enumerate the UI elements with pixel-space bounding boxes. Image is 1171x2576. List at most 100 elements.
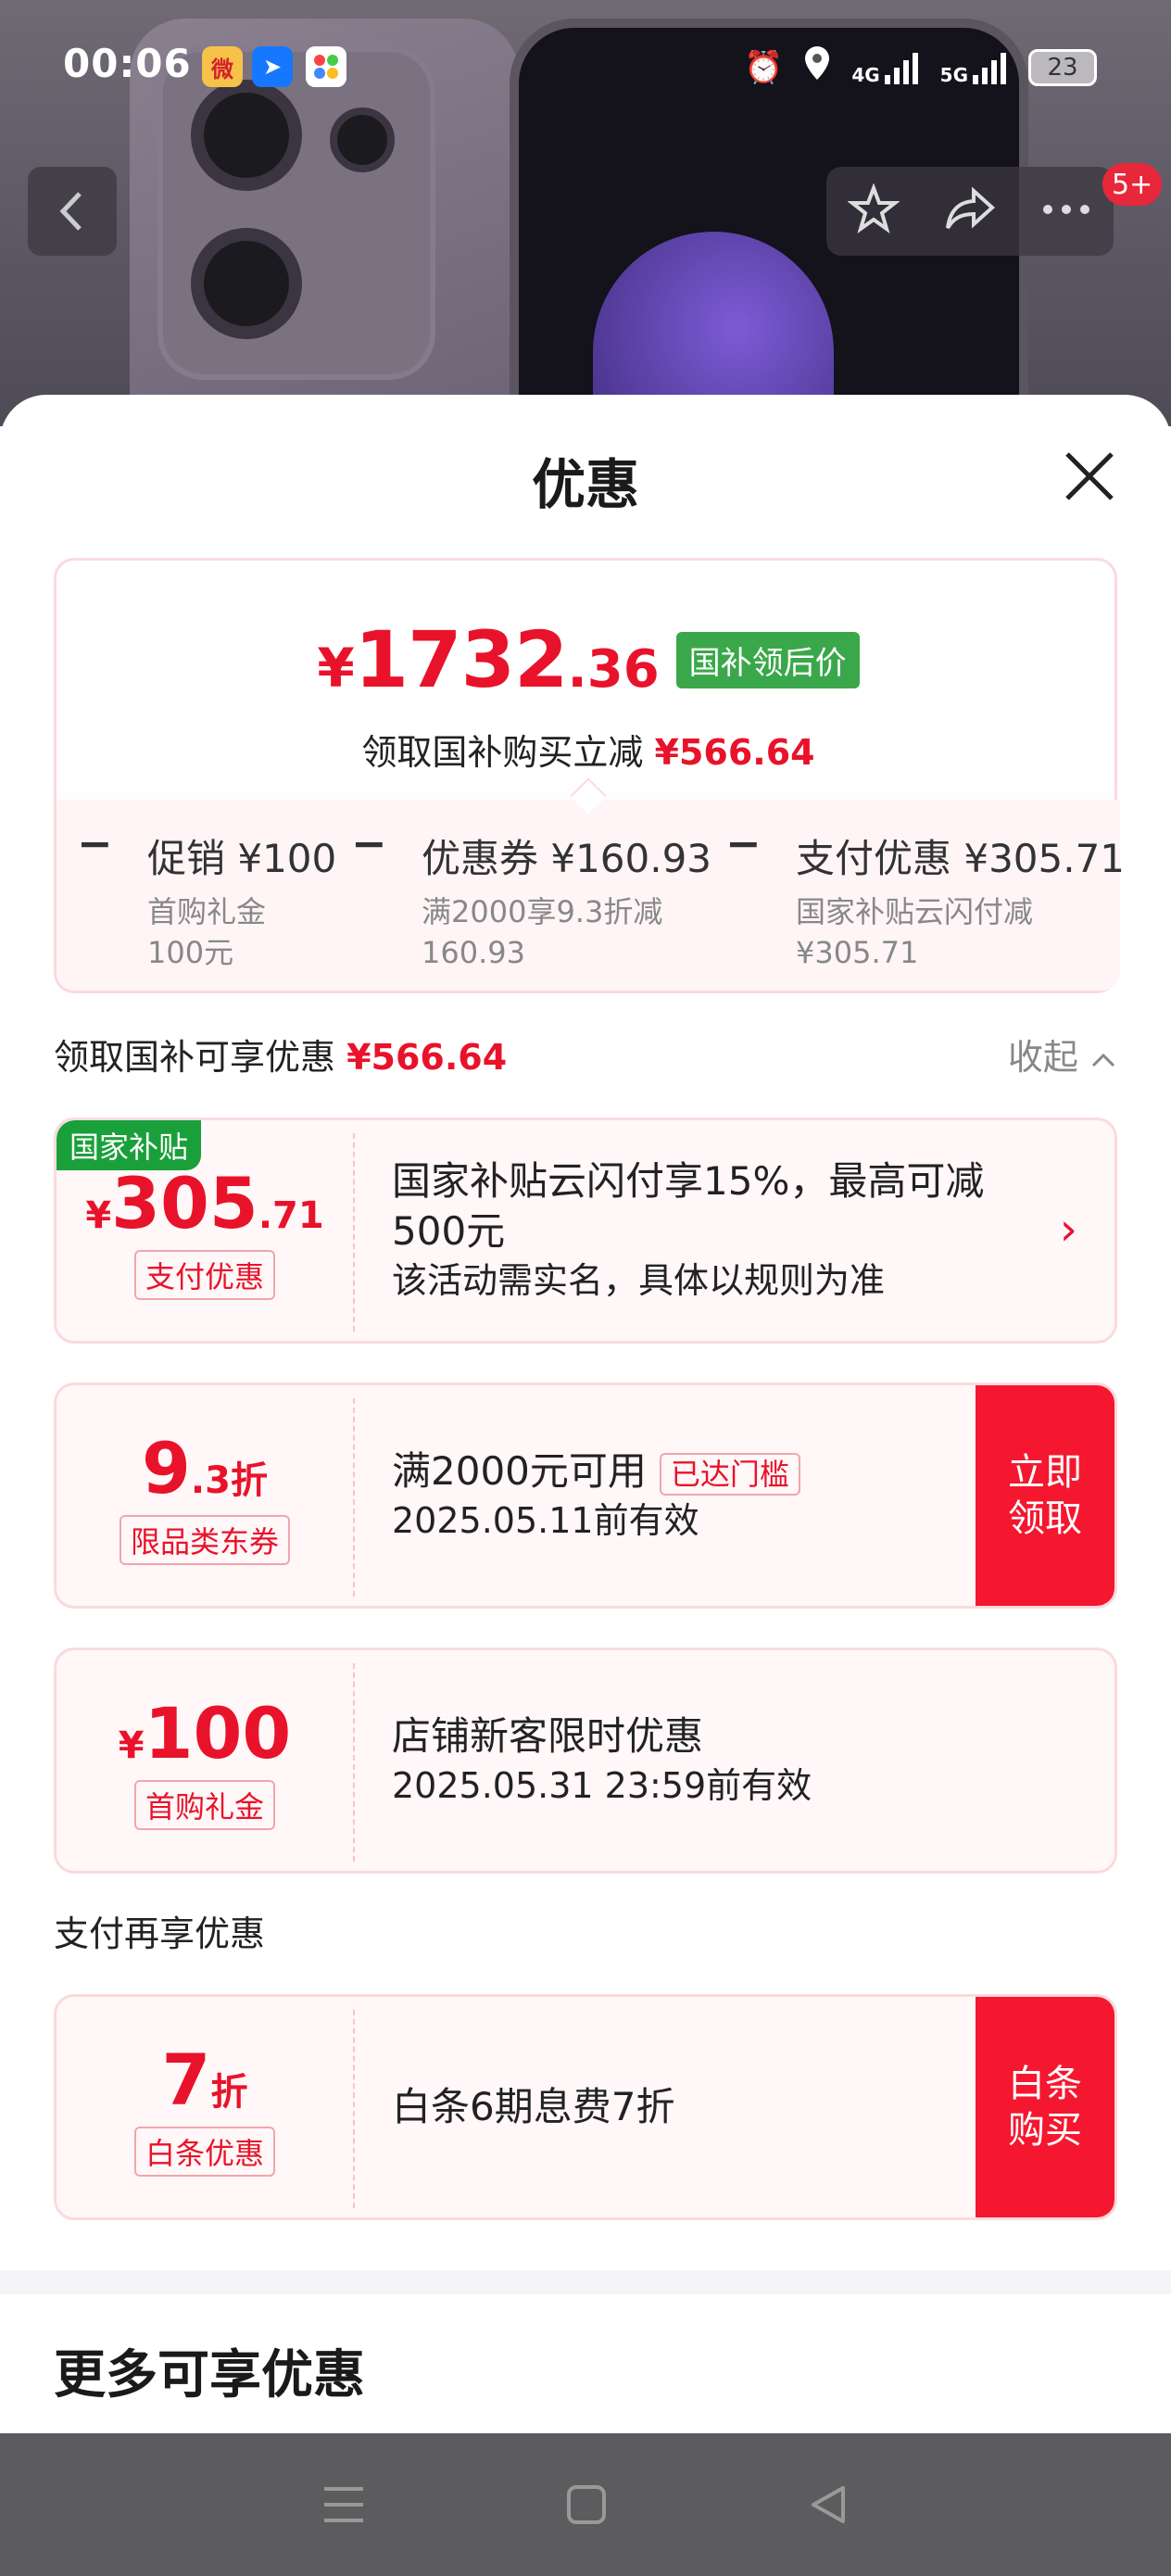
national-subsidy-tag: 国家补贴 (57, 1120, 202, 1170)
final-price: ¥ 1732 .36 国补领后价 (57, 614, 1120, 705)
card-condition: 满2000元可用 (392, 1448, 647, 1494)
amount-big: 7 (161, 2038, 211, 2121)
favorite-button[interactable] (847, 183, 900, 239)
card-amount: 7 折 (162, 2039, 248, 2121)
threshold-reached-badge: 已达门槛 (659, 1452, 800, 1496)
card-line1: 白条6期息费7折 (392, 2084, 675, 2129)
coupon-card: 9 .3折 限品类东券 满2000元可用 已达门槛 2025.05.11前有效 立… (54, 1383, 1117, 1609)
card-tag: 限品类东券 (119, 1514, 290, 1565)
signal-icon: 5G (940, 49, 1010, 86)
chevron-right-icon: › (1059, 1204, 1077, 1256)
back-arrow-icon (59, 192, 82, 231)
more-button[interactable] (1040, 200, 1092, 222)
card-description: 满2000元可用 已达门槛 2025.05.11前有效 (392, 1385, 800, 1606)
card-separator (353, 2010, 355, 2208)
card-line2: 该活动需实名，具体以规则为准 (392, 1260, 886, 1301)
location-icon (801, 44, 833, 90)
minus-sign: − (725, 818, 762, 868)
screen: 00:06 微 ➤ ⏰ 4G 5G 23 5+ 优惠 ¥ 1732 .36 国补… (0, 0, 1171, 2576)
back-button[interactable] (28, 167, 117, 256)
card-tag: 支付优惠 (133, 1249, 275, 1300)
pay-section-header: 支付再享优惠 (54, 1913, 266, 1954)
card-description: 白条6期息费7折 (392, 1997, 674, 2217)
card-amount-area: ¥ 100 首购礼金 (57, 1650, 353, 1871)
breakdown-sub: 国家补贴云闪付减 (796, 894, 1034, 929)
breakdown-sub: 首购礼金 (147, 894, 267, 929)
breakdown-sub: 160.93 (422, 935, 525, 970)
action-label: 白条 (1008, 2063, 1082, 2105)
card-description: 店铺新客限时优惠 2025.05.31 23:59前有效 (392, 1650, 812, 1871)
card-amount: ¥ 305 .71 (85, 1162, 323, 1244)
card-description: 国家补贴云闪付享15%，最高可减500元 该活动需实名，具体以规则为准 (392, 1120, 985, 1341)
price-integer: 1732 (354, 614, 569, 705)
breakdown-item-promo: 促销 ¥100 首购礼金 100元 (147, 827, 336, 973)
card-separator (353, 1663, 355, 1862)
back-triangle-icon[interactable] (806, 2482, 850, 2527)
card-line1: 国家补贴云闪付享15%，最高可减500元 (392, 1158, 985, 1254)
card-tag: 首购礼金 (133, 1779, 275, 1830)
weibo-icon: 微 (202, 46, 243, 87)
share-button[interactable] (942, 183, 998, 239)
action-label: 购买 (1008, 2109, 1082, 2152)
more-icon (1043, 205, 1089, 214)
action-label: 立即 (1008, 1451, 1082, 1494)
card-tag: 白条优惠 (133, 2126, 275, 2177)
section-amount: ¥566.64 (346, 1037, 508, 1078)
card-validity: 2025.05.31 23:59前有效 (392, 1765, 812, 1806)
system-nav-bar (0, 2433, 1171, 2576)
collapse-button[interactable]: 收起 (1008, 1029, 1117, 1080)
claim-coupon-button[interactable]: 立即 领取 (976, 1385, 1114, 1606)
amount-decimal: .71 (258, 1193, 324, 1237)
card-amount: ¥ 100 (119, 1692, 292, 1774)
share-icon (946, 186, 995, 230)
breakdown-item-coupon: 优惠券 ¥160.93 满2000享9.3折减 160.93 (422, 827, 711, 973)
breakdown-main: 促销 ¥100 (147, 836, 337, 881)
new-customer-card: ¥ 100 首购礼金 店铺新客限时优惠 2025.05.31 23:59前有效 (54, 1648, 1117, 1874)
minus-sign: − (351, 818, 387, 868)
more-discounts-title: 更多可享优惠 (54, 2345, 365, 2406)
card-amount-area: 7 折 白条优惠 (57, 1997, 353, 2217)
breakdown-sub: 满2000享9.3折减 (422, 894, 663, 929)
signal-icon: 4G (851, 49, 921, 86)
price-symbol: ¥ (317, 637, 355, 700)
price-subtitle: 领取国补购买立减 ¥566.64 (57, 724, 1120, 775)
amount-big: 9 (142, 1426, 191, 1509)
alipay-icon: ➤ (252, 46, 293, 87)
subsidy-card[interactable]: ¥ 305 .71 支付优惠 国家补贴 国家补贴云闪付享15%，最高可减500元… (54, 1118, 1117, 1344)
alarm-icon: ⏰ (743, 48, 784, 86)
home-icon[interactable] (564, 2482, 609, 2527)
discount-breakdown: − 促销 ¥100 首购礼金 100元 − 优惠券 ¥160.93 满2000享… (57, 800, 1125, 991)
card-separator (353, 1133, 355, 1332)
subtitle-text: 领取国补购买立减 (361, 732, 644, 773)
camera-lens (191, 228, 302, 339)
star-icon (847, 183, 900, 234)
card-separator (353, 1398, 355, 1597)
breakdown-main: 优惠券 ¥160.93 (422, 836, 712, 881)
status-bar: 00:06 微 ➤ ⏰ 4G 5G 23 (0, 37, 1171, 102)
price-summary: ¥ 1732 .36 国补领后价 领取国补购买立减 ¥566.64 − 促销 ¥… (54, 558, 1125, 993)
collapse-label: 收起 (1007, 1037, 1078, 1078)
message-badge: 5+ (1102, 163, 1163, 206)
amount-big: 305 (111, 1161, 258, 1244)
battery-indicator: 23 (1028, 48, 1097, 86)
status-time: 00:06 (63, 41, 192, 86)
action-label: 领取 (1008, 1497, 1082, 1540)
menu-icon[interactable] (321, 2483, 367, 2526)
card-validity: 2025.05.11前有效 (392, 1500, 699, 1541)
amount-big: 100 (144, 1691, 292, 1774)
close-icon[interactable] (1062, 448, 1117, 504)
amount-decimal: .3折 (190, 1458, 268, 1502)
price-tag: 国补领后价 (675, 631, 860, 688)
sheet-title: 优惠 (531, 453, 639, 516)
camera-lens (330, 107, 395, 172)
price-decimal: .36 (567, 639, 660, 700)
amount-decimal: 折 (210, 2070, 248, 2114)
card-line1: 满2000元可用 已达门槛 (392, 1446, 800, 1496)
network-4g-label: 4G (851, 63, 880, 86)
top-actions (826, 167, 1114, 256)
subsidy-section-header: 领取国补可享优惠 ¥566.64 (54, 1029, 507, 1080)
baitiao-buy-button[interactable]: 白条 购买 (976, 1997, 1114, 2217)
card-amount: 9 .3折 (142, 1427, 268, 1509)
breakdown-main: 支付优惠 ¥305.71 (796, 836, 1126, 881)
card-amount-area: 9 .3折 限品类东券 (57, 1385, 353, 1606)
